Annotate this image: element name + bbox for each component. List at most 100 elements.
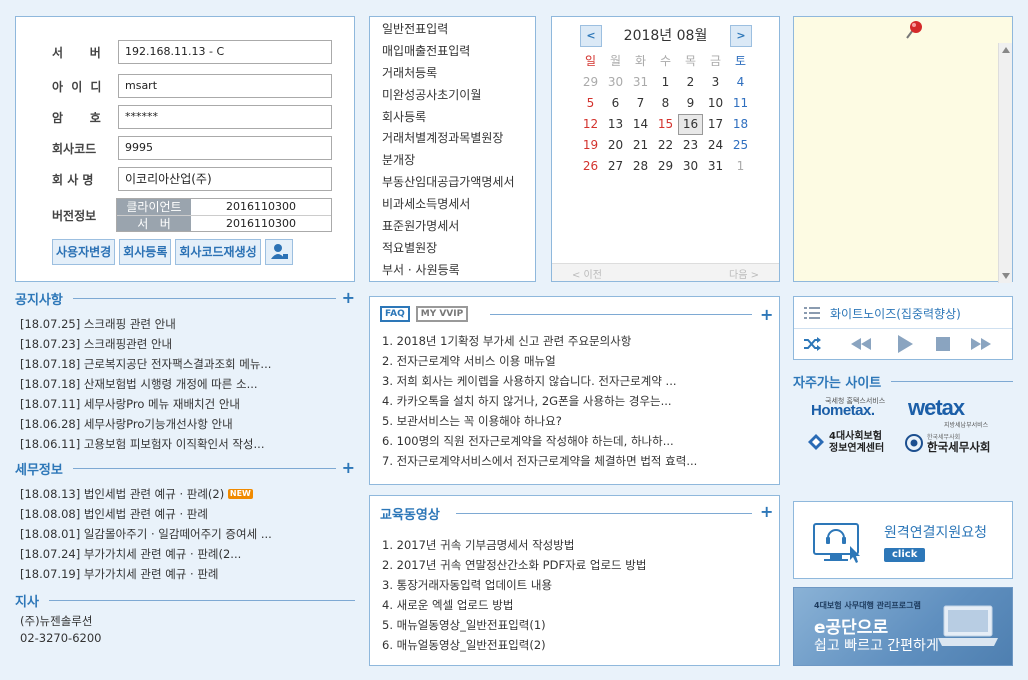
list-item[interactable]: [18.07.19] 부가가치세 관련 예규 · 판례 <box>20 564 350 584</box>
list-item[interactable]: 6. 매뉴얼동영상_일반전표입력(2) <box>382 635 772 655</box>
list-item[interactable]: 1. 2018년 1기확정 부가세 신고 관련 주요문의사항 <box>382 331 772 351</box>
calendar-day[interactable]: 11 <box>728 93 753 114</box>
menu-item[interactable]: 분개장 <box>370 150 535 172</box>
list-item[interactable]: 7. 전자근로계약서비스에서 전자근로계약을 체결하면 법적 효력... <box>382 451 772 471</box>
calendar-day[interactable]: 5 <box>578 93 603 114</box>
menu-item[interactable]: 거래처등록 <box>370 63 535 85</box>
calendar-day[interactable]: 1 <box>653 72 678 93</box>
calendar-day[interactable]: 18 <box>728 114 753 135</box>
list-item[interactable]: [18.07.25] 스크래핑 관련 안내 <box>20 314 350 334</box>
fast-forward-icon[interactable] <box>969 336 993 352</box>
tab-my-vvip[interactable]: MY VVIP <box>415 306 469 322</box>
list-item[interactable]: [18.07.23] 스크래핑관련 안내 <box>20 334 350 354</box>
calendar-day[interactable]: 30 <box>603 72 628 93</box>
calendar-day[interactable]: 30 <box>678 156 703 177</box>
calendar-day[interactable]: 31 <box>628 72 653 93</box>
list-item[interactable]: [18.06.28] 세무사랑Pro기능개선사항 안내 <box>20 414 350 434</box>
kacpta-link[interactable]: 한국세무사회 한국세무사회 <box>905 431 1000 457</box>
calendar-day[interactable]: 19 <box>578 135 603 156</box>
calendar-prev-link[interactable]: < 이전 <box>572 266 602 281</box>
company-register-button[interactable]: 회사등록 <box>119 239 172 265</box>
list-item[interactable]: [18.08.13] 법인세법 관련 예규 · 판례(2) NEW <box>20 484 350 504</box>
list-item[interactable]: [18.07.11] 세무사랑Pro 메뉴 재배치건 안내 <box>20 394 350 414</box>
list-item[interactable]: [18.07.24] 부가가치세 관련 예규 · 판례(2... <box>20 544 350 564</box>
memo-pad[interactable] <box>793 16 1013 283</box>
list-item[interactable]: [18.08.01] 일감몰아주기 · 일감떼어주기 증여세 ... <box>20 524 350 544</box>
calendar-prev-button[interactable]: < <box>580 25 602 47</box>
list-item[interactable]: 2. 2017년 귀속 연말정산간소화 PDF자료 업로드 방법 <box>382 555 772 575</box>
menu-item[interactable]: 일반전표입력 <box>370 19 535 41</box>
list-item[interactable]: 2. 전자근로계약 서비스 이용 매뉴얼 <box>382 351 772 371</box>
change-user-button[interactable]: 사용자변경 <box>52 239 116 265</box>
notice-more-button[interactable]: + <box>342 290 355 306</box>
menu-item[interactable]: 비과세소득명세서 <box>370 194 535 216</box>
stop-icon[interactable] <box>936 337 950 351</box>
calendar-day[interactable]: 23 <box>678 135 703 156</box>
list-item[interactable]: 3. 통장거래자동입력 업데이트 내용 <box>382 575 772 595</box>
list-item[interactable]: [18.07.18] 근로복지공단 전자팩스결과조회 메뉴... <box>20 354 350 374</box>
hometax-link[interactable]: 국세청 홈택스서비스 Hometax. <box>811 396 885 424</box>
faq-more-button[interactable]: + <box>760 305 773 324</box>
calendar-day[interactable]: 8 <box>653 93 678 114</box>
wetax-link[interactable]: wetax 지방세납부서비스 <box>908 396 998 430</box>
menu-item[interactable]: 부동산임대공급가액명세서 <box>370 172 535 194</box>
shuffle-icon[interactable] <box>803 336 821 352</box>
menu-item[interactable]: 표준원가명세서 <box>370 216 535 238</box>
calendar-day[interactable]: 10 <box>703 93 728 114</box>
list-item[interactable]: 5. 보관서비스는 꼭 이용해야 하나요? <box>382 411 772 431</box>
list-item[interactable]: [18.06.11] 고용보험 피보험자 이직확인서 작성... <box>20 434 350 454</box>
calendar-day[interactable]: 22 <box>653 135 678 156</box>
calendar-day[interactable]: 9 <box>678 93 703 114</box>
menu-item[interactable]: 부서 · 사원등록 <box>370 260 535 282</box>
list-item[interactable]: [18.08.08] 법인세법 관련 예규 · 판례 <box>20 504 350 524</box>
memo-scrollbar[interactable] <box>998 43 1012 283</box>
calendar-day[interactable]: 2 <box>678 72 703 93</box>
calendar-day[interactable]: 31 <box>703 156 728 177</box>
server-input[interactable]: 192.168.11.13 - C <box>118 40 332 64</box>
menu-item[interactable]: 적요별원장 <box>370 238 535 260</box>
rewind-icon[interactable] <box>849 336 873 352</box>
playlist-icon[interactable] <box>804 307 820 319</box>
calendar-day-today[interactable]: 16 <box>678 114 703 135</box>
play-icon[interactable] <box>896 334 914 354</box>
regenerate-company-code-button[interactable]: 회사코드재생성 <box>175 239 261 265</box>
calendar-day[interactable]: 24 <box>703 135 728 156</box>
calendar-day[interactable]: 17 <box>703 114 728 135</box>
calendar-day[interactable]: 29 <box>653 156 678 177</box>
company-code-input[interactable]: 9995 <box>118 136 332 160</box>
tax-more-button[interactable]: + <box>342 460 355 476</box>
insurance-link[interactable]: 4대사회보험 정보연계센터 <box>807 431 887 457</box>
calendar-day[interactable]: 15 <box>653 114 678 135</box>
egongdan-banner[interactable]: 4대보험 사무대행 관리프로그램 e공단으로 쉽고 빠르고 간편하게 <box>793 587 1013 666</box>
calendar-day[interactable]: 26 <box>578 156 603 177</box>
calendar-day[interactable]: 29 <box>578 72 603 93</box>
calendar-day[interactable]: 14 <box>628 114 653 135</box>
list-item[interactable]: [18.07.18] 산재보험법 시행령 개정에 따른 소... <box>20 374 350 394</box>
password-input[interactable]: ****** <box>118 105 332 129</box>
calendar-day[interactable]: 20 <box>603 135 628 156</box>
remote-support-button[interactable]: 원격연결지원요청 click <box>793 501 1013 579</box>
calendar-day[interactable]: 12 <box>578 114 603 135</box>
calendar-day[interactable]: 3 <box>703 72 728 93</box>
calendar-day[interactable]: 28 <box>628 156 653 177</box>
tab-faq[interactable]: FAQ <box>380 306 410 322</box>
calendar-day[interactable]: 21 <box>628 135 653 156</box>
id-input[interactable]: msart <box>118 74 332 98</box>
calendar-day[interactable]: 27 <box>603 156 628 177</box>
list-item[interactable]: 6. 100명의 직원 전자근로계약을 작성해야 하는데, 하나하... <box>382 431 772 451</box>
edu-more-button[interactable]: + <box>760 502 773 521</box>
company-name-input[interactable]: 이코리아산업(주) <box>118 167 332 191</box>
user-settings-button[interactable] <box>264 239 293 265</box>
calendar-day[interactable]: 25 <box>728 135 753 156</box>
calendar-day[interactable]: 7 <box>628 93 653 114</box>
calendar-next-button[interactable]: > <box>730 25 752 47</box>
list-item[interactable]: 4. 카카오톡을 설치 하지 않거나, 2G폰을 사용하는 경우는... <box>382 391 772 411</box>
calendar-next-link[interactable]: 다음 > <box>729 266 759 281</box>
list-item[interactable]: 1. 2017년 귀속 기부금명세서 작성방법 <box>382 535 772 555</box>
menu-item[interactable]: 회사등록 <box>370 107 535 129</box>
menu-item[interactable]: 매입매출전표입력 <box>370 41 535 63</box>
list-item[interactable]: 5. 매뉴얼동영상_일반전표입력(1) <box>382 615 772 635</box>
calendar-day[interactable]: 1 <box>728 156 753 177</box>
calendar-day[interactable]: 13 <box>603 114 628 135</box>
list-item[interactable]: 4. 새로운 엑셀 업로드 방법 <box>382 595 772 615</box>
